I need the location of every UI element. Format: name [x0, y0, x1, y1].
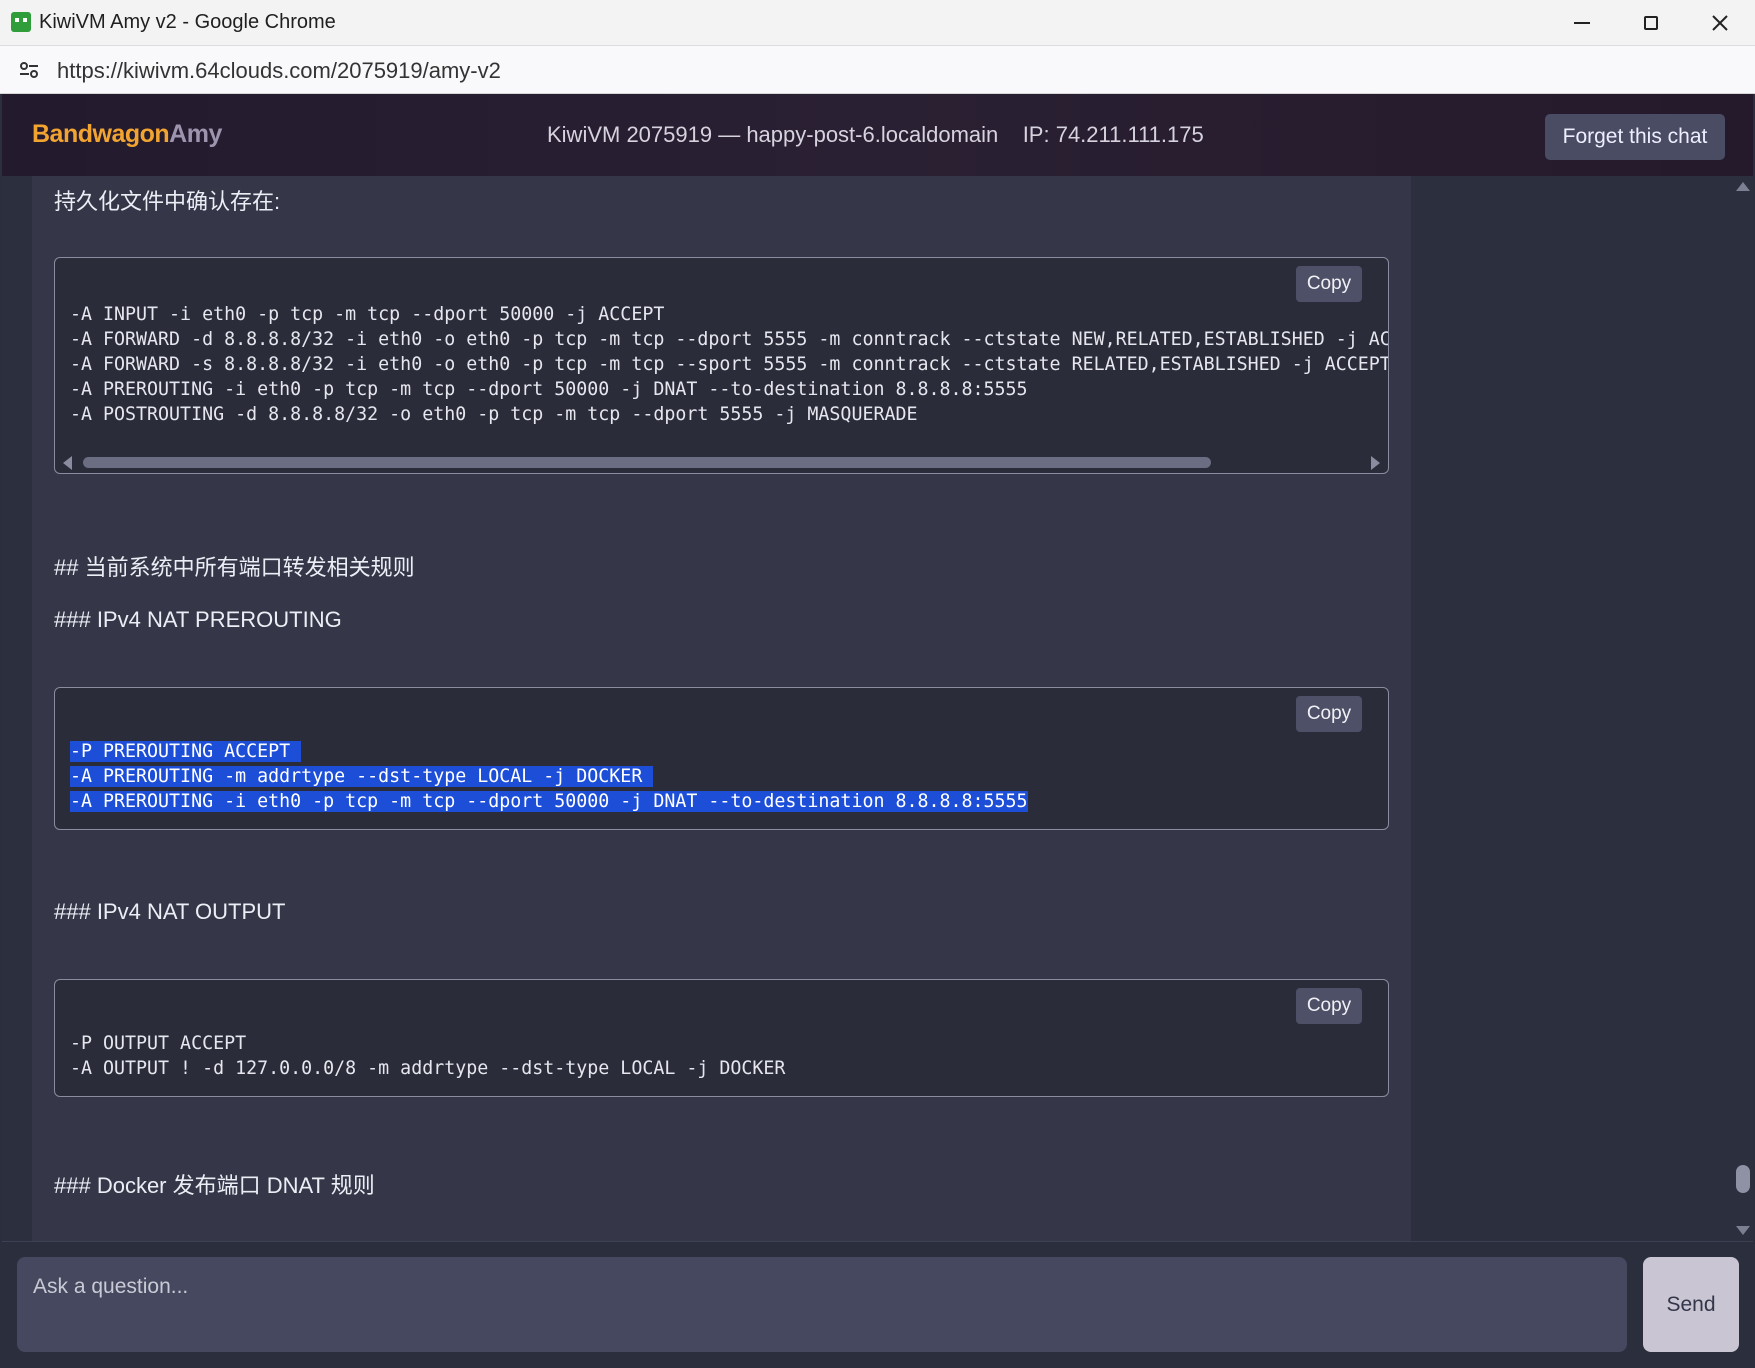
code-block-prerouting: Copy -P PREROUTING ACCEPT -A PREROUTING …: [54, 687, 1389, 830]
docker-heading: ### Docker 发布端口 DNAT 规则: [54, 1173, 375, 1198]
copy-button[interactable]: Copy: [1296, 266, 1362, 302]
code-line-selected: -P PREROUTING ACCEPT: [70, 741, 302, 762]
minimize-button[interactable]: [1547, 0, 1616, 46]
code-block-persist: Copy -A INPUT -i eth0 -p tcp -m tcp --dp…: [54, 257, 1389, 474]
address-bar[interactable]: https://kiwivm.64clouds.com/2075919/amy-…: [0, 46, 1755, 94]
horizontal-scrollbar[interactable]: [55, 451, 1388, 473]
maximize-icon: [1643, 16, 1658, 30]
tune-icon[interactable]: [18, 59, 40, 81]
prerouting-heading: ### IPv4 NAT PREROUTING: [54, 607, 342, 632]
window-titlebar: KiwiVM Amy v2 - Google Chrome: [0, 0, 1755, 46]
forget-chat-button[interactable]: Forget this chat: [1545, 114, 1725, 160]
persist-heading: 持久化文件中确认存在:: [54, 189, 281, 214]
copy-button[interactable]: Copy: [1296, 696, 1362, 732]
scroll-right-icon[interactable]: [1371, 456, 1380, 470]
url-text[interactable]: https://kiwivm.64clouds.com/2075919/amy-…: [57, 58, 501, 84]
bandwagon-amy-logo: BandwagonAmy: [32, 120, 222, 148]
vm-info: KiwiVM 2075919 — happy-post-6.localdomai…: [547, 122, 1204, 147]
code-text: -P PREROUTING ACCEPT -A PREROUTING -m ad…: [70, 739, 1028, 814]
vertical-scrollbar[interactable]: [1733, 176, 1753, 1241]
rules-heading: ## 当前系统中所有端口转发相关规则: [54, 555, 415, 580]
app-header: BandwagonAmy KiwiVM 2075919 — happy-post…: [2, 94, 1753, 176]
scroll-down-icon[interactable]: [1736, 1226, 1750, 1235]
scroll-left-icon[interactable]: [63, 456, 72, 470]
window-title: KiwiVM Amy v2 - Google Chrome: [39, 11, 336, 33]
minimize-icon: [1573, 22, 1590, 24]
maximize-button[interactable]: [1616, 0, 1685, 46]
copy-button[interactable]: Copy: [1296, 988, 1362, 1024]
scrollbar-thumb[interactable]: [83, 457, 1211, 468]
send-button[interactable]: Send: [1643, 1257, 1739, 1352]
scrollbar-thumb[interactable]: [1736, 1165, 1750, 1193]
scroll-up-icon[interactable]: [1736, 182, 1750, 191]
composer: Send: [2, 1241, 1753, 1366]
assistant-message: 持久化文件中确认存在: Copy -A INPUT -i eth0 -p tcp…: [32, 176, 1411, 1241]
code-text: -P OUTPUT ACCEPT -A OUTPUT ! -d 127.0.0.…: [70, 1033, 786, 1079]
code-line-selected: -A PREROUTING -m addrtype --dst-type LOC…: [70, 766, 654, 787]
question-input[interactable]: [17, 1257, 1627, 1352]
output-heading: ### IPv4 NAT OUTPUT: [54, 899, 286, 924]
code-line-selected: -A PREROUTING -i eth0 -p tcp -m tcp --dp…: [70, 791, 1028, 812]
close-icon: [1711, 15, 1728, 31]
code-text: -A INPUT -i eth0 -p tcp -m tcp --dport 5…: [70, 304, 1389, 425]
close-window-button[interactable]: [1685, 0, 1754, 46]
kiwivm-favicon-icon: [11, 12, 31, 32]
code-block-output: Copy -P OUTPUT ACCEPT -A OUTPUT ! -d 127…: [54, 979, 1389, 1097]
